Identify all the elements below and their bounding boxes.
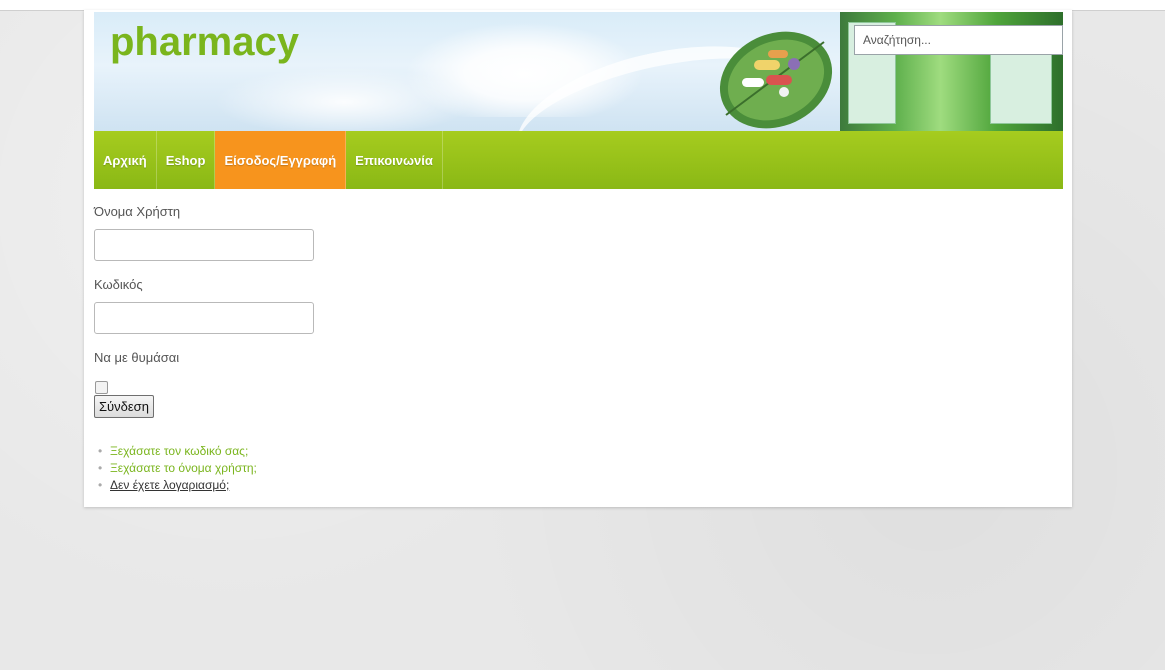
nav-item-login-register[interactable]: Είσοδος/Εγγραφή: [215, 131, 347, 189]
password-input[interactable]: [94, 302, 314, 334]
password-label: Κωδικός: [94, 277, 143, 292]
main-nav: Αρχική Eshop Είσοδος/Εγγραφή Επικοινωνία: [94, 131, 1063, 189]
list-item: • Δεν έχετε λογαριασμό;: [94, 477, 257, 494]
login-form: Όνομα Χρήστη Κωδικός Να με θυμάσαι Σύνδε…: [94, 200, 314, 418]
bullet-icon: •: [98, 478, 103, 492]
shelf-decoration: [990, 52, 1052, 124]
site-logo[interactable]: pharmacy: [110, 20, 299, 65]
list-item: • Ξεχάσατε τον κωδικό σας;: [94, 443, 257, 460]
site-header: pharmacy: [94, 12, 1063, 131]
username-label: Όνομα Χρήστη: [94, 204, 181, 219]
leaf-pills-icon: [719, 31, 833, 129]
page-container: pharmacy Αρχική Eshop Είσοδος/Εγγραφή Επ…: [84, 10, 1072, 507]
list-item: • Ξεχάσατε το όνομα χρήστη;: [94, 460, 257, 477]
nav-item-contact[interactable]: Επικοινωνία: [346, 131, 443, 189]
forgot-username-link[interactable]: Ξεχάσατε το όνομα χρήστη;: [110, 461, 257, 475]
account-links: • Ξεχάσατε τον κωδικό σας; • Ξεχάσατε το ό…: [94, 443, 257, 494]
remember-checkbox[interactable]: [95, 381, 108, 394]
bullet-icon: •: [98, 444, 103, 458]
forgot-password-link[interactable]: Ξεχάσατε τον κωδικό σας;: [110, 444, 248, 458]
nav-item-eshop[interactable]: Eshop: [157, 131, 216, 189]
remember-label: Να με θυμάσαι: [94, 350, 180, 365]
bullet-icon: •: [98, 461, 103, 475]
username-input[interactable]: [94, 229, 314, 261]
search-input[interactable]: [854, 25, 1063, 55]
login-button[interactable]: Σύνδεση: [94, 395, 154, 418]
nav-item-home[interactable]: Αρχική: [94, 131, 157, 189]
register-link[interactable]: Δεν έχετε λογαριασμό;: [110, 478, 229, 492]
